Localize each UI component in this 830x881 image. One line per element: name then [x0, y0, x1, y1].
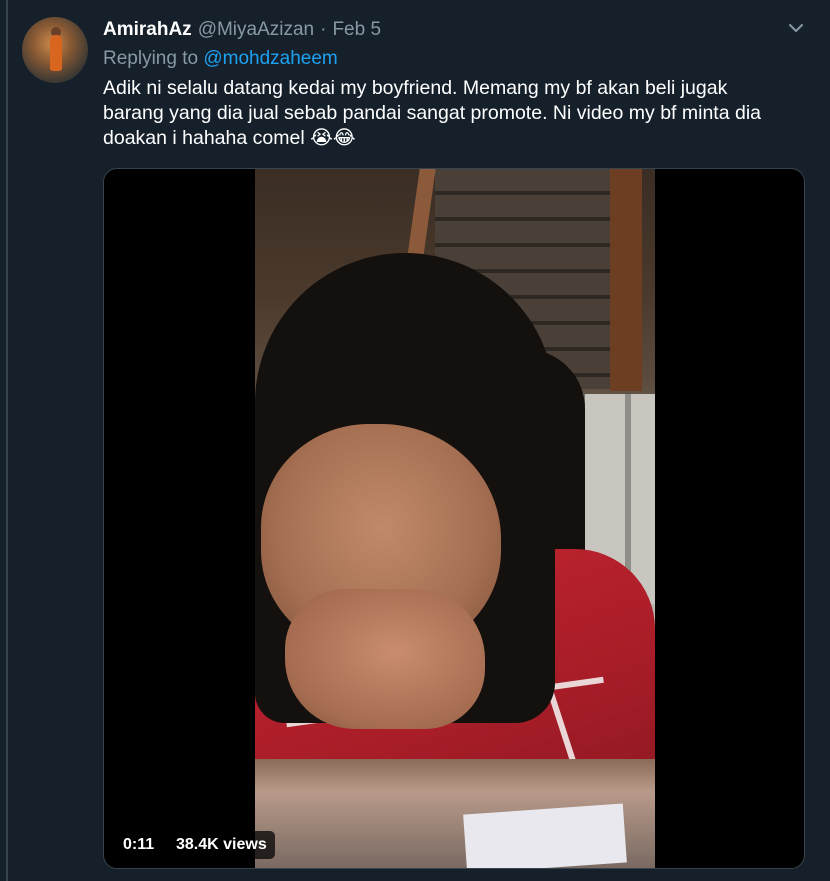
tweet-header: AmirahAz @MiyaAzizan · Feb 5 [103, 19, 381, 45]
replying-prefix: Replying to [103, 48, 199, 69]
avatar-figure-body [50, 35, 62, 71]
avatar[interactable] [22, 17, 88, 83]
video-background-railing [610, 169, 642, 391]
tweet-text: Adik ni selalu datang kedai my boyfriend… [103, 76, 803, 151]
user-handle[interactable]: @MiyaAzizan [198, 19, 314, 41]
video-duration-badge: 0:11 [115, 831, 163, 859]
reply-mention-link[interactable]: @mohdzaheem [203, 48, 337, 69]
tweet-date[interactable]: Feb 5 [332, 19, 381, 41]
chevron-down-icon[interactable] [784, 16, 808, 40]
video-views-badge: 38.4K views [168, 831, 275, 859]
video-counter-item [463, 803, 627, 868]
video-girl-hands [285, 589, 485, 729]
video-frame [255, 169, 655, 868]
tweet-text-line: barang yang dia jual sebab pandai sangat… [103, 102, 761, 124]
separator-dot: · [320, 19, 327, 40]
thread-line [6, 0, 8, 881]
tweet-text-line: doakan i hahaha comel 😭😂 [103, 127, 356, 149]
tweet-text-line: Adik ni selalu datang kedai my boyfriend… [103, 77, 728, 99]
replying-to: Replying to @mohdzaheem [103, 48, 338, 70]
video-background-post [406, 169, 436, 264]
video-player[interactable]: 0:11 38.4K views [103, 168, 805, 869]
display-name[interactable]: AmirahAz [103, 19, 192, 41]
